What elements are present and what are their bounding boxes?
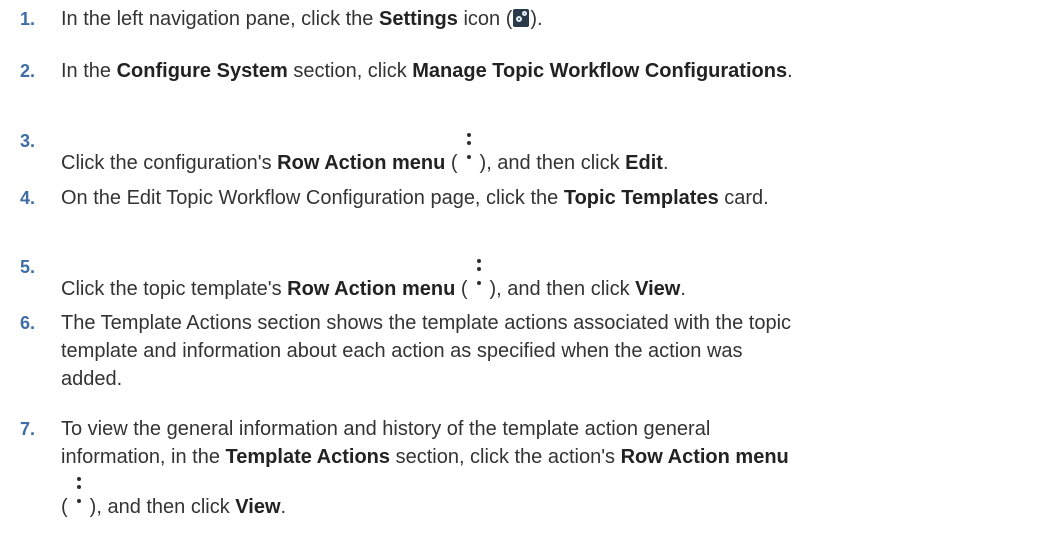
- step-number: 1.: [20, 9, 36, 29]
- step-text-fragment: ), and then click: [89, 496, 236, 518]
- ui-term: View: [635, 278, 681, 300]
- step-text-fragment: template and information about each acti…: [61, 340, 743, 362]
- step-text: In the left navigation pane, click the S…: [61, 5, 1031, 33]
- step-text: To view the general information and hist…: [61, 415, 1031, 521]
- instruction-steps: 1. In the left navigation pane, click th…: [0, 0, 1041, 554]
- ui-term: Topic Templates: [563, 187, 719, 209]
- ui-term: Row Action menu: [277, 152, 446, 174]
- step-text-fragment: (: [445, 152, 458, 174]
- step-number: 5.: [20, 257, 36, 277]
- step-text: On the Edit Topic Workflow Configuration…: [61, 184, 1031, 212]
- ui-term: Edit: [625, 152, 663, 174]
- step-text-fragment: In the left navigation pane, click the: [61, 8, 379, 30]
- step-text-fragment: ).: [530, 8, 543, 30]
- step-text-fragment: section, click the action's: [390, 446, 621, 468]
- step-text-fragment: .: [787, 60, 793, 82]
- step-text-fragment: icon (: [457, 8, 513, 30]
- step-text: The Template Actions section shows the t…: [61, 309, 1031, 393]
- step-text-fragment: On the Edit Topic Workflow Configuration…: [61, 187, 564, 209]
- step-text-fragment: To view the general information and hist…: [61, 418, 711, 440]
- ui-term: Row Action menu: [620, 446, 789, 468]
- step-text-fragment: added.: [61, 368, 123, 390]
- step-text-fragment: .: [280, 496, 287, 518]
- step-text: Click the topic template's Row Action me…: [61, 253, 1031, 303]
- row-action-menu-icon: [468, 253, 490, 299]
- step-text-fragment: ), and then click: [489, 278, 636, 300]
- step-number: 3.: [20, 131, 36, 151]
- step-text-fragment: (: [61, 496, 68, 518]
- step-text-fragment: (: [455, 278, 468, 300]
- row-action-menu-icon: [458, 127, 480, 173]
- ui-term: View: [235, 496, 281, 518]
- step-number: 4.: [20, 188, 36, 208]
- step-number: 2.: [20, 61, 36, 81]
- ui-term: Settings: [378, 8, 458, 30]
- step-text-fragment: In the: [61, 60, 117, 82]
- step-text-fragment: Click the configuration's: [61, 152, 278, 174]
- step-text-fragment: information, in the: [61, 446, 226, 468]
- step-text-fragment: .: [680, 278, 686, 300]
- step-text-fragment: card.: [718, 187, 769, 209]
- ui-term: Manage Topic Workflow Configurations: [412, 60, 788, 82]
- step-number: 7.: [20, 419, 36, 439]
- ui-term: Template Actions: [225, 446, 391, 468]
- step-text-fragment: ), and then click: [479, 152, 626, 174]
- step-text-fragment: section, click: [287, 60, 413, 82]
- step-number: 6.: [20, 313, 36, 333]
- step-text-fragment: Click the topic template's: [61, 278, 288, 300]
- step-text: In the Configure System section, click M…: [61, 57, 1031, 85]
- ui-term: Configure System: [116, 60, 288, 82]
- ui-term: Row Action menu: [287, 278, 456, 300]
- step-text-fragment: .: [662, 152, 669, 174]
- step-text-fragment: The Template Actions section shows the t…: [61, 312, 792, 334]
- step-text: Click the configuration's Row Action men…: [61, 127, 1031, 177]
- settings-icon: [513, 9, 530, 27]
- row-action-menu-icon: [68, 471, 90, 517]
